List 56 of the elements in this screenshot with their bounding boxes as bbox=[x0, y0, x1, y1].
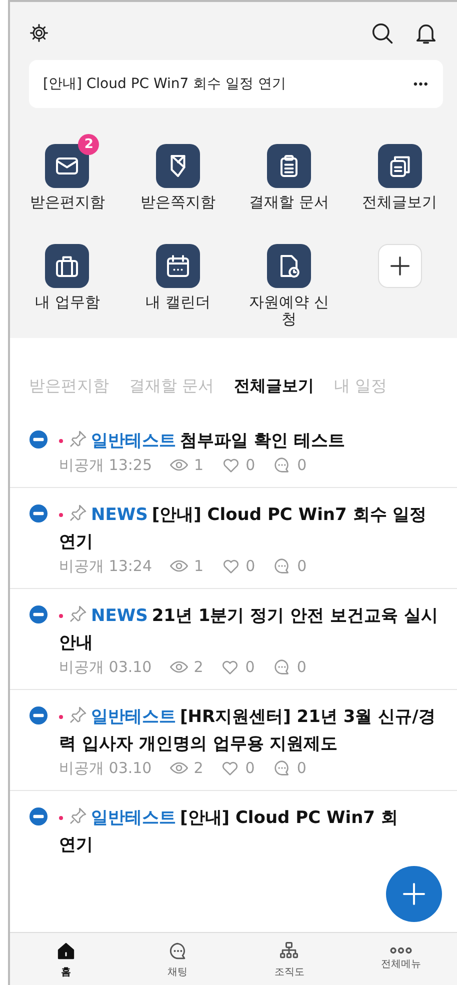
shortcut-button[interactable] bbox=[156, 144, 200, 188]
shortcut-label: 받은쪽지함 bbox=[140, 194, 217, 211]
pin-icon[interactable] bbox=[68, 429, 88, 449]
minus-circle-icon bbox=[29, 706, 48, 725]
shortcut-button[interactable] bbox=[378, 144, 422, 188]
notice-text: [안내] Cloud PC Win7 회수 일정 연기 bbox=[43, 75, 286, 93]
like-count: 0 bbox=[245, 759, 255, 777]
post-title[interactable]: NEWS [안내] Cloud PC Win7 회수 일정 연기 bbox=[59, 502, 447, 556]
nav-tab[interactable]: 전체메뉴 bbox=[345, 933, 457, 985]
post-date: 비공개 13:24 bbox=[59, 556, 152, 576]
comment-count: 0 bbox=[297, 456, 307, 474]
post-title[interactable]: 일반테스트 [안내] Cloud PC Win7 회 연기 bbox=[59, 805, 447, 859]
pin-icon[interactable] bbox=[68, 806, 88, 826]
view-count: 1 bbox=[194, 557, 204, 575]
comment-count: 0 bbox=[296, 658, 306, 676]
minus-circle-icon bbox=[29, 504, 48, 523]
view-count: 2 bbox=[194, 759, 204, 777]
shortcut-button[interactable] bbox=[156, 244, 200, 288]
like-count: 0 bbox=[245, 658, 255, 676]
minus-circle-icon bbox=[29, 430, 48, 449]
shortcut-label: 자원예약 신청 bbox=[248, 294, 330, 328]
post-date: 비공개 13:25 bbox=[59, 456, 152, 474]
nav-tab[interactable]: 홈 bbox=[10, 933, 122, 985]
view-count: 2 bbox=[194, 658, 204, 676]
add-shortcut-button[interactable] bbox=[378, 244, 422, 288]
settings-icon bbox=[28, 22, 50, 44]
shortcut-label: 내 캘린더 bbox=[144, 294, 212, 311]
pin-icon[interactable] bbox=[68, 705, 88, 725]
shortcut-button[interactable] bbox=[266, 144, 311, 188]
comment-count: 0 bbox=[296, 759, 306, 777]
post-title[interactable]: 일반테스트 [HR지원센터] 21년 3월 신규/경력 입사자 개인명의 업무용 지원제도 bbox=[59, 704, 447, 758]
comment-count: 0 bbox=[297, 557, 307, 575]
like-count: 0 bbox=[246, 456, 256, 474]
post-date: 비공개 03.10 bbox=[59, 758, 152, 778]
minus-circle-icon bbox=[29, 605, 48, 624]
shortcut-label: 결재할 문서 bbox=[248, 194, 330, 211]
shortcut-label: 받은편지함 bbox=[28, 194, 106, 211]
post-date: 비공개 03.10 bbox=[59, 658, 152, 676]
more-button[interactable]: ••• bbox=[413, 77, 429, 91]
shortcut-button[interactable] bbox=[266, 244, 311, 288]
view-count: 1 bbox=[194, 456, 204, 474]
post-title[interactable]: NEWS 21년 1분기 정기 안전 보건교육 실시 안내 bbox=[59, 603, 447, 657]
unread-badge: 2 bbox=[78, 134, 100, 155]
shortcut-label: 전체글보기 bbox=[361, 194, 438, 211]
shortcut-button[interactable] bbox=[45, 244, 90, 288]
pin-icon[interactable] bbox=[68, 604, 88, 624]
nav-tab[interactable]: 조직도 bbox=[234, 933, 346, 985]
more-icon bbox=[390, 947, 412, 954]
like-count: 0 bbox=[246, 557, 256, 575]
tab[interactable]: 전체글보기 bbox=[234, 374, 314, 398]
post-title[interactable]: 일반테스트 첨부파일 확인 테스트 bbox=[59, 428, 447, 455]
notice-card[interactable]: [안내] Cloud PC Win7 회수 일정 연기 ••• bbox=[29, 60, 443, 108]
pin-icon[interactable] bbox=[68, 503, 88, 523]
nav-tab[interactable]: 채팅 bbox=[122, 933, 234, 985]
shortcut-label: 내 업무함 bbox=[34, 294, 101, 311]
minus-circle-icon bbox=[29, 807, 48, 826]
